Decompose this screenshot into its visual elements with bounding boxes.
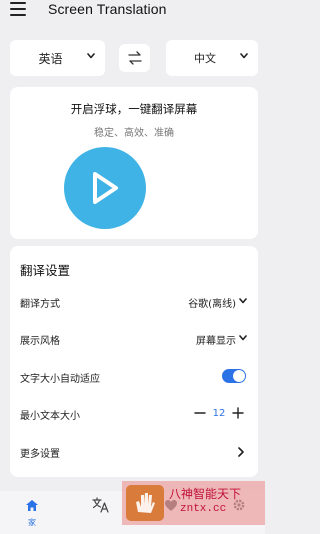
menu-icon[interactable] [10,2,26,16]
hand-logo-icon [136,493,155,513]
translate-icon [92,497,109,513]
translation-method-value: 谷歌(离线) [188,298,236,310]
settings-row-min-text-size: 最小文本大小 12 [10,402,258,426]
minus-icon [194,412,206,414]
settings-row-display-style[interactable]: 展示风格 屏幕显示 [10,327,258,351]
row-label: 展示风格 [20,335,60,347]
plus-icon [232,407,244,419]
chevron-down-icon [240,53,248,59]
chevron-down-icon [87,53,95,59]
row-label: 更多设置 [20,448,60,460]
row-label: 翻译方式 [20,298,60,310]
auto-text-size-toggle[interactable] [222,369,246,383]
nav-home[interactable]: 家 [17,497,47,528]
nav-translate[interactable] [86,497,116,517]
watermark: 八神智能天下 zntx.cc [122,481,265,525]
watermark-logo [126,485,164,521]
watermark-url: zntx.cc [180,503,227,515]
translation-settings-card: 翻译设置 翻译方式 谷歌(离线) 展示风格 屏幕显示 文字大小自动适应 最小文本… [10,246,258,477]
settings-title: 翻译设置 [20,263,71,278]
chevron-down-icon [239,335,247,341]
toggle-knob [233,370,245,382]
display-style-value: 屏幕显示 [196,335,236,347]
nav-home-label: 家 [28,518,36,527]
floating-ball-subtitle: 稳定、高效、准确 [94,128,174,139]
play-icon [93,172,118,204]
row-label: 文字大小自动适应 [20,373,100,385]
watermark-text: 八神智能天下 [169,487,242,501]
min-text-size-stepper: 12 [192,404,246,422]
increase-button[interactable] [230,404,246,422]
source-language-select[interactable]: 英语 [10,40,105,76]
target-language-label: 中文 [194,52,216,65]
row-label: 最小文本大小 [20,410,80,422]
app-title: Screen Translation [48,1,167,17]
start-floating-ball-button[interactable] [64,147,146,229]
app-bar: Screen Translation [0,0,265,22]
min-text-size-value: 12 [212,407,226,419]
floating-ball-title: 开启浮球，一键翻译屏幕 [70,102,198,116]
home-icon [26,500,38,511]
decrease-button[interactable] [192,404,208,422]
source-language-label: 英语 [38,51,63,66]
floating-ball-card: 开启浮球，一键翻译屏幕 稳定、高效、准确 [10,87,258,239]
swap-languages-button[interactable] [119,44,150,72]
target-language-select[interactable]: 中文 [166,40,258,76]
chevron-down-icon [239,298,247,304]
settings-row-translation-method[interactable]: 翻译方式 谷歌(离线) [10,290,258,314]
settings-row-more-settings[interactable]: 更多设置 [10,440,258,464]
chevron-right-icon [238,447,244,457]
settings-row-auto-text-size: 文字大小自动适应 [10,365,258,389]
swap-icon [127,51,142,65]
